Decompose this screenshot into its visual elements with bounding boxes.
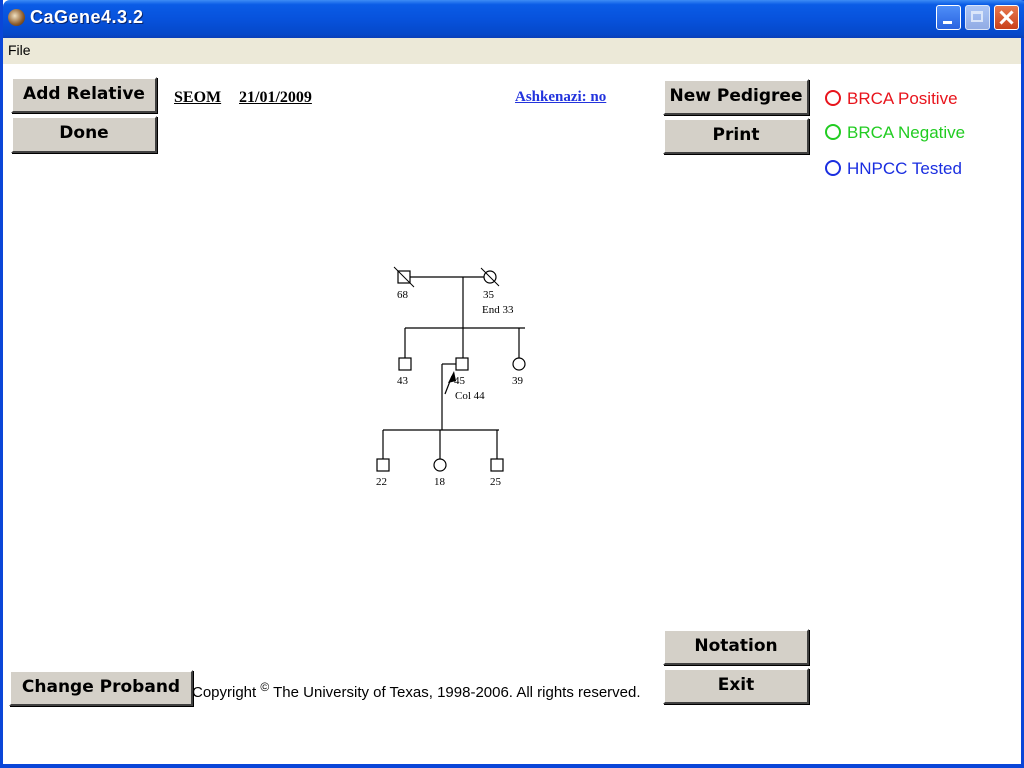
copyright-prefix: Copyright [192, 684, 257, 701]
child3-age: 25 [490, 476, 502, 488]
legend-label: HNPCC Tested [847, 159, 962, 178]
legend-label: BRCA Negative [847, 123, 966, 142]
child1-node[interactable]: 22 [376, 458, 390, 488]
close-button[interactable] [994, 5, 1019, 30]
circle-icon [825, 90, 841, 106]
proband-node[interactable]: 45 Col 44 [444, 357, 485, 402]
circle-icon [825, 160, 841, 176]
legend-hnpcc-tested: HNPCC Tested [825, 159, 962, 179]
copyright-symbol: © [260, 680, 270, 694]
pedigree-chart: 68 35 End 33 43 45 Col 44 39 22 18 25 [376, 266, 526, 488]
window-title: CaGene4.3.2 [30, 7, 144, 27]
title-bar[interactable]: CaGene4.3.2 [3, 0, 1024, 38]
aunt-age: 39 [512, 375, 524, 387]
date-label: 21/01/2009 [239, 89, 312, 106]
aunt-node[interactable]: 39 [512, 357, 526, 387]
copyright-text: Copyright © The University of Texas, 199… [192, 680, 641, 701]
child3-node[interactable]: 25 [490, 458, 504, 488]
grandmother-age: 35 [483, 289, 495, 301]
copyright-body: The University of Texas, 1998-2006. All … [273, 684, 641, 701]
uncle-age: 43 [397, 375, 409, 387]
change-proband-button[interactable]: Change Proband [9, 670, 193, 706]
uncle-node[interactable]: 43 [397, 357, 412, 387]
maximize-button[interactable] [965, 5, 990, 30]
legend-brca-negative: BRCA Negative [825, 123, 965, 143]
grandmother-node[interactable]: 35 End 33 [480, 267, 514, 316]
minimize-button[interactable] [936, 5, 961, 30]
main-content: Add Relative Done SEOM 21/01/2009 Ashken… [3, 64, 1021, 764]
grandmother-note: End 33 [482, 304, 514, 316]
done-button[interactable]: Done [11, 116, 157, 153]
circle-icon [825, 124, 841, 140]
legend-label: BRCA Positive [847, 89, 958, 108]
menu-file[interactable]: File [8, 42, 31, 58]
child2-age: 18 [434, 476, 446, 488]
proband-note: Col 44 [455, 390, 485, 402]
exit-button[interactable]: Exit [663, 668, 809, 704]
grandfather-age: 68 [397, 289, 409, 301]
app-icon [8, 9, 25, 26]
print-button[interactable]: Print [663, 118, 809, 154]
ashkenazi-link[interactable]: Ashkenazi: no [515, 89, 606, 106]
new-pedigree-button[interactable]: New Pedigree [663, 79, 809, 115]
grandfather-node[interactable]: 68 [393, 266, 415, 301]
center-label: SEOM [174, 89, 222, 106]
child1-age: 22 [376, 476, 387, 488]
proband-age: 45 [454, 375, 466, 387]
app-window: CaGene4.3.2 File Add Relative Done SEOM … [0, 0, 1024, 768]
menu-bar: File [3, 38, 1021, 64]
legend-brca-positive: BRCA Positive [825, 89, 958, 109]
child2-node[interactable]: 18 [433, 458, 447, 488]
notation-button[interactable]: Notation [663, 629, 809, 665]
add-relative-button[interactable]: Add Relative [11, 77, 157, 113]
